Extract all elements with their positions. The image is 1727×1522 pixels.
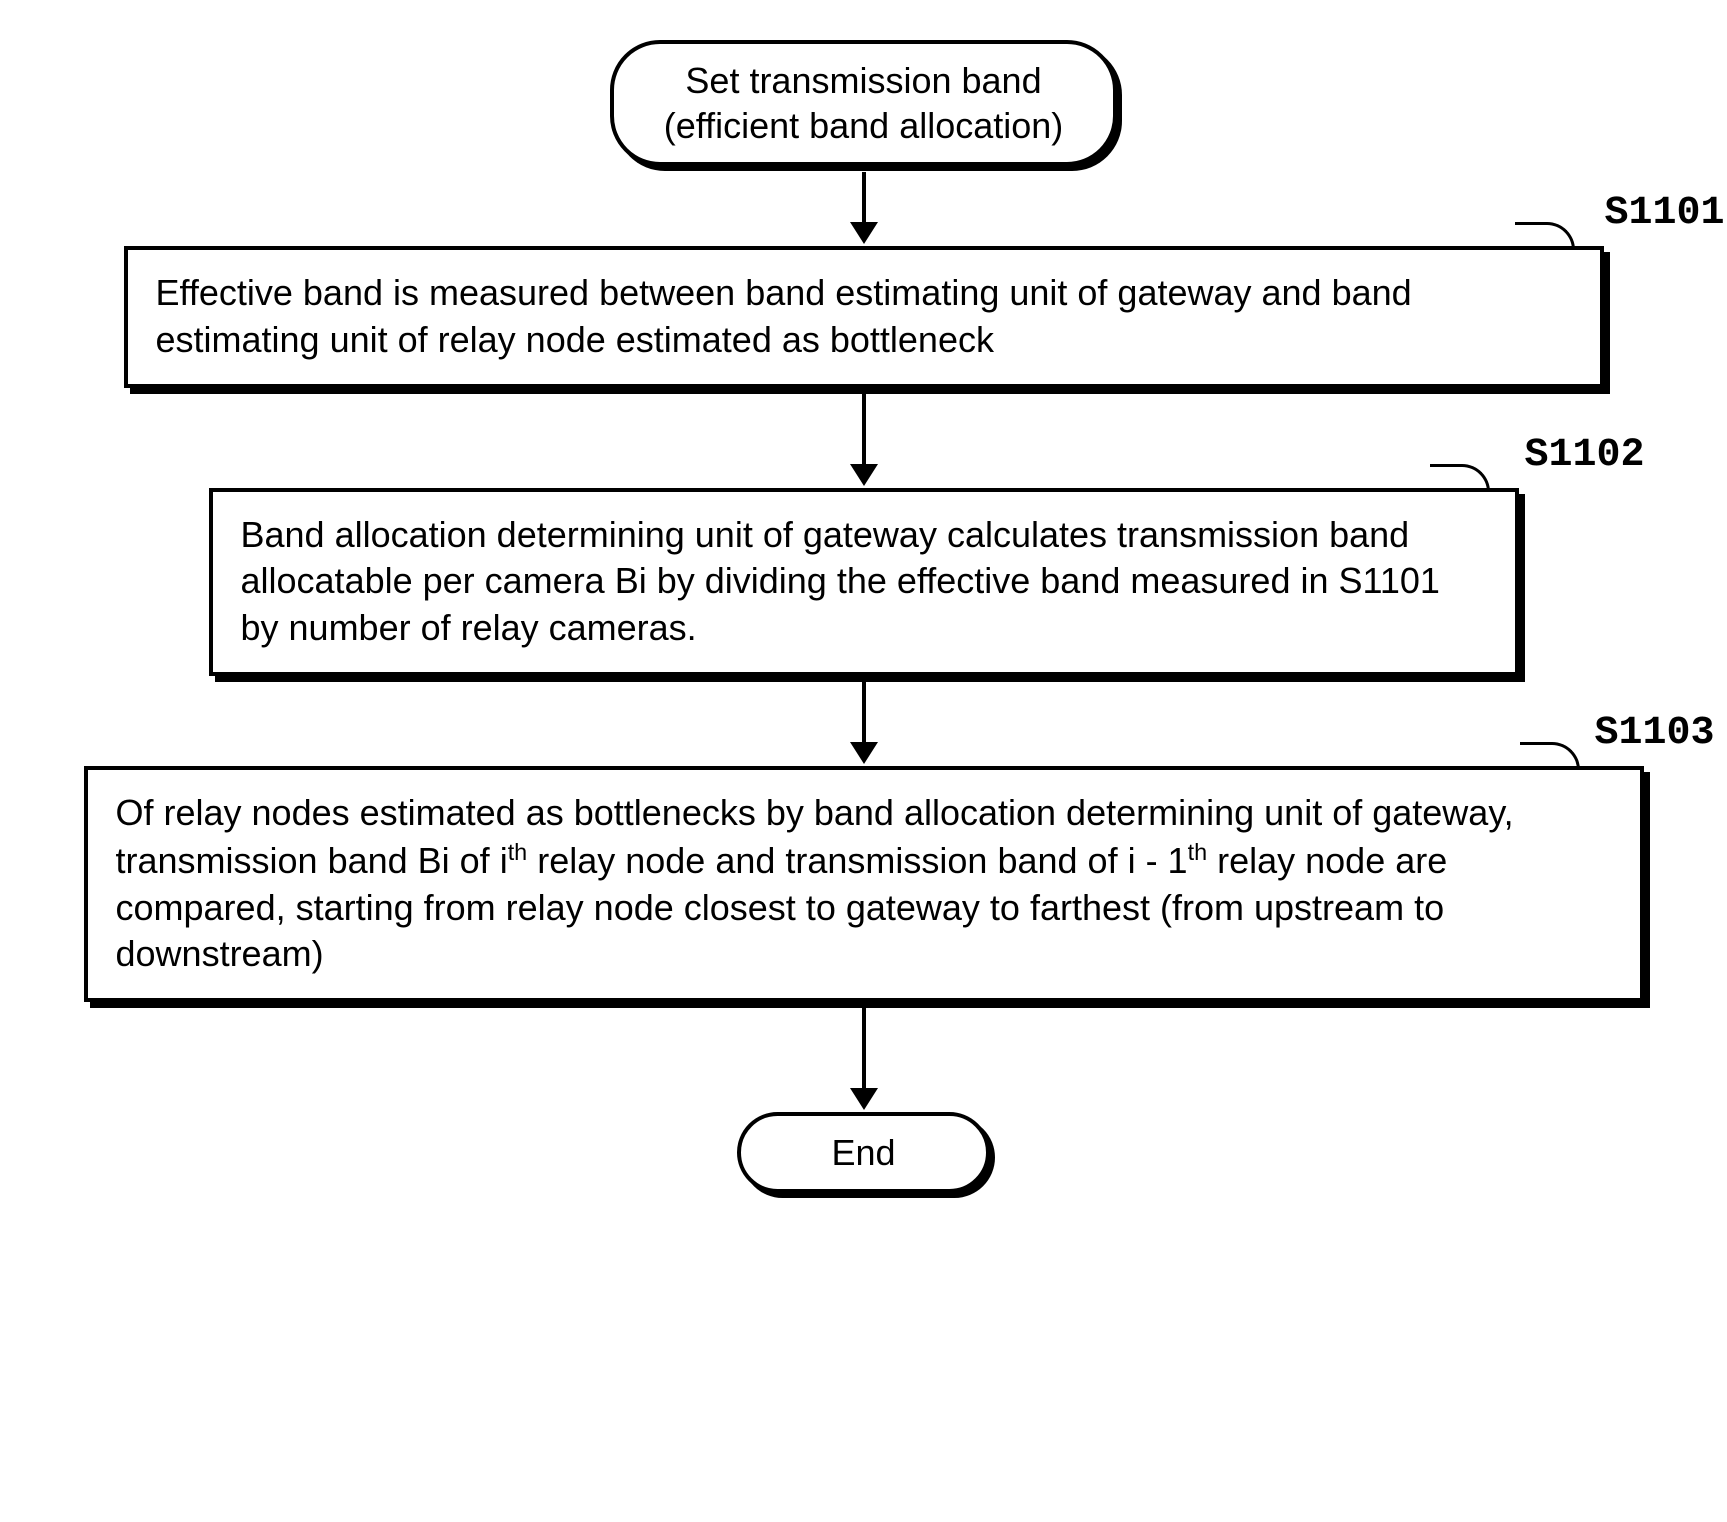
- label-line-3: [1520, 742, 1580, 770]
- arrow-1: [850, 172, 878, 244]
- label-line-1: [1515, 222, 1575, 250]
- label-line-2: [1430, 464, 1490, 492]
- flowchart-container: Set transmission band (efficient band al…: [40, 40, 1687, 1193]
- step1-wrapper: S1101 Effective band is measured between…: [40, 246, 1687, 388]
- step1-process: S1101 Effective band is measured between…: [124, 246, 1604, 388]
- end-terminal: End: [737, 1112, 989, 1193]
- end-text: End: [831, 1132, 895, 1173]
- step3-label: S1103: [1594, 708, 1714, 760]
- step2-wrapper: S1102 Band allocation determining unit o…: [40, 488, 1687, 676]
- step2-process: S1102 Band allocation determining unit o…: [209, 488, 1519, 676]
- start-line1: Set transmission band: [685, 60, 1041, 101]
- start-terminal: Set transmission band (efficient band al…: [610, 40, 1118, 166]
- step3-wrapper: S1103 Of relay nodes estimated as bottle…: [40, 766, 1687, 1002]
- step2-label: S1102: [1524, 430, 1644, 482]
- start-line2: (efficient band allocation): [664, 105, 1064, 146]
- step2-text: Band allocation determining unit of gate…: [241, 514, 1440, 649]
- step1-text: Effective band is measured between band …: [156, 272, 1412, 360]
- step3-process: S1103 Of relay nodes estimated as bottle…: [84, 766, 1644, 1002]
- step3-text: Of relay nodes estimated as bottlenecks …: [116, 792, 1514, 974]
- arrow-2: [850, 394, 878, 486]
- arrow-3: [850, 682, 878, 764]
- step1-label: S1101: [1604, 188, 1724, 240]
- arrow-4: [850, 1008, 878, 1110]
